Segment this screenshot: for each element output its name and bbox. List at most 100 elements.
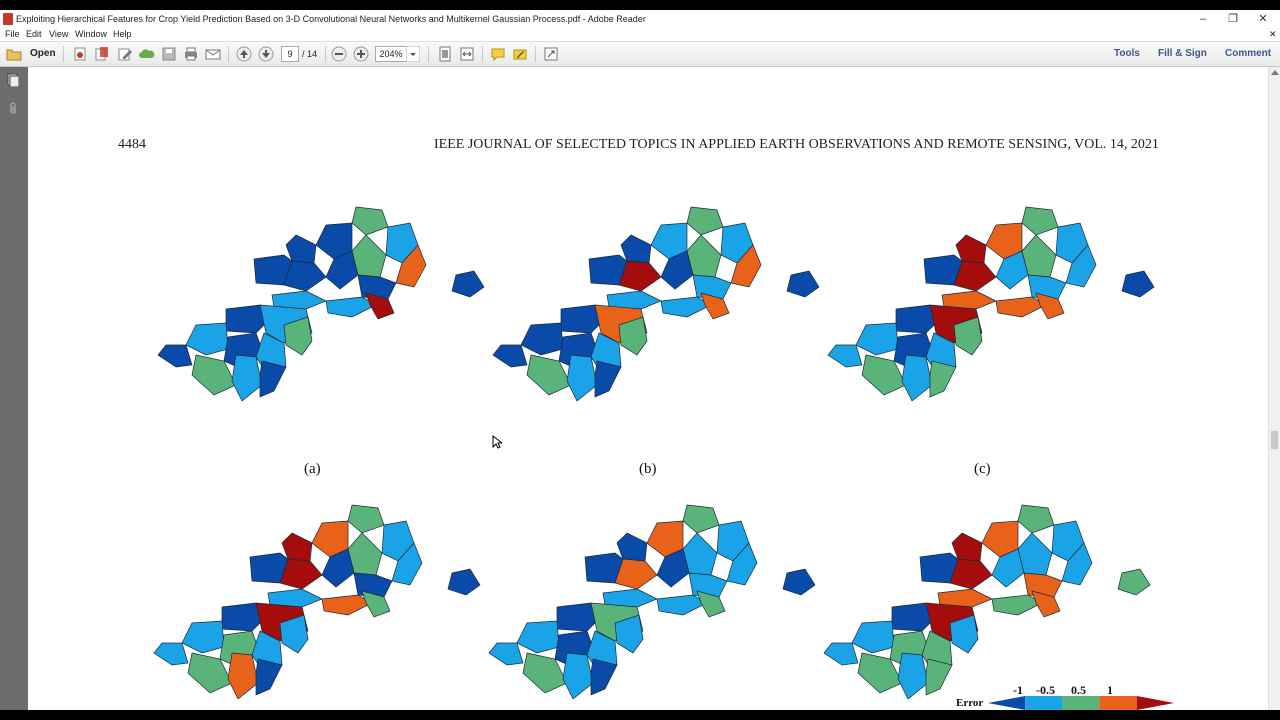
next-page-icon[interactable]: [258, 46, 274, 62]
map-region: [700, 292, 730, 320]
adobe-reader-icon: [3, 13, 13, 25]
restore-button[interactable]: ❐: [1219, 11, 1247, 27]
map-region: [347, 504, 385, 534]
map-region: [1027, 274, 1067, 300]
map-region: [901, 354, 933, 402]
figure-caption: (b): [639, 461, 657, 477]
page-total: / 14: [302, 49, 318, 59]
folder-icon[interactable]: [6, 46, 22, 62]
crop-yield-error-map: [823, 504, 1151, 700]
map-region: [1021, 206, 1059, 236]
zoom-in-icon[interactable]: [353, 46, 369, 62]
toolbar-divider: [535, 46, 536, 62]
tools-button[interactable]: Tools: [1114, 48, 1140, 59]
open-button[interactable]: Open: [30, 48, 56, 59]
map-region: [782, 568, 816, 596]
email-icon[interactable]: [205, 46, 221, 62]
toolbar-divider: [228, 46, 229, 62]
close-button[interactable]: ✕: [1249, 11, 1277, 27]
comment-bubble-icon[interactable]: [490, 46, 506, 62]
map-region: [365, 292, 395, 320]
menu-file[interactable]: File: [5, 29, 20, 39]
map-region: [1035, 292, 1065, 320]
vertical-scrollbar[interactable]: [1268, 67, 1280, 710]
map-region: [786, 270, 820, 298]
map-region: [281, 532, 313, 562]
figure-caption: (c): [974, 461, 991, 477]
toolbar-divider: [482, 46, 483, 62]
map-region: [259, 360, 287, 398]
navigation-pane: [0, 67, 28, 710]
zoom-dropdown-icon[interactable]: [406, 46, 420, 62]
save-icon[interactable]: [161, 46, 177, 62]
comment-button[interactable]: Comment: [1225, 48, 1271, 59]
document-view[interactable]: 4484 IEEE JOURNAL OF SELECTED TOPICS IN …: [28, 67, 1268, 710]
map-region: [185, 322, 229, 356]
map-region: [594, 360, 622, 398]
cloud-upload-icon[interactable]: [139, 46, 155, 62]
map-region: [1117, 568, 1151, 596]
map-region: [851, 620, 895, 654]
page-number-input[interactable]: 9: [281, 46, 299, 62]
map-region: [566, 354, 598, 402]
legend-label: Error: [956, 697, 984, 709]
attachment-paperclip-icon[interactable]: [7, 101, 19, 115]
map-region: [488, 642, 524, 666]
map-region: [361, 590, 391, 618]
map-region: [492, 344, 528, 368]
fill-sign-button[interactable]: Fill & Sign: [1158, 48, 1207, 59]
menu-edit[interactable]: Edit: [26, 29, 42, 39]
legend-swatch: [1099, 696, 1137, 710]
map-region: [855, 322, 899, 356]
legend-swatch: [1136, 696, 1174, 710]
legend-swatch: [1025, 696, 1063, 710]
legend-colorbar: [988, 696, 1174, 710]
map-region: [602, 588, 658, 608]
expand-icon[interactable]: [543, 46, 559, 62]
highlight-icon[interactable]: [512, 46, 528, 62]
map-region: [351, 206, 389, 236]
crop-yield-error-map: [827, 206, 1155, 402]
map-region: [1031, 590, 1061, 618]
menu-view[interactable]: View: [49, 29, 68, 39]
menu-help[interactable]: Help: [113, 29, 132, 39]
toolbar-divider: [428, 46, 429, 62]
menu-window[interactable]: Window: [75, 29, 107, 39]
scrollbar-thumb[interactable]: [1271, 431, 1278, 449]
map-region: [823, 642, 859, 666]
map-region: [692, 274, 732, 300]
combine-files-icon[interactable]: [94, 46, 110, 62]
edit-pdf-icon[interactable]: [117, 46, 133, 62]
crop-yield-error-map: [157, 206, 485, 402]
crop-yield-error-map: [492, 206, 820, 402]
map-region: [897, 652, 929, 700]
zoom-out-icon[interactable]: [331, 46, 347, 62]
scroll-up-icon[interactable]: [1271, 69, 1279, 75]
map-region: [285, 234, 317, 264]
crop-yield-error-map: [153, 504, 481, 700]
toolbar-divider: [325, 46, 326, 62]
map-region: [686, 206, 724, 236]
map-region: [941, 290, 997, 310]
figure-caption: (a): [304, 461, 321, 477]
toolbar: Open 9 / 14 204% Tools Fill & Sign Comme…: [0, 42, 1280, 67]
pages-panel-icon[interactable]: [7, 73, 19, 87]
zoom-level-input[interactable]: 204%: [375, 46, 407, 62]
create-pdf-icon[interactable]: [72, 46, 88, 62]
map-region: [955, 234, 987, 264]
map-region: [255, 658, 283, 696]
page-number: 4484: [118, 137, 146, 152]
map-region: [520, 322, 564, 356]
map-region: [682, 504, 720, 534]
fit-page-icon[interactable]: [437, 46, 453, 62]
doc-close-button[interactable]: ✕: [1269, 29, 1277, 40]
map-region: [1121, 270, 1155, 298]
crop-yield-error-map: [488, 504, 816, 700]
map-region: [447, 568, 481, 596]
print-icon[interactable]: [183, 46, 199, 62]
map-region: [353, 572, 393, 598]
previous-page-icon[interactable]: [236, 46, 252, 62]
fit-width-icon[interactable]: [459, 46, 475, 62]
minimize-button[interactable]: –: [1189, 11, 1217, 27]
mouse-cursor-icon: [492, 435, 502, 449]
